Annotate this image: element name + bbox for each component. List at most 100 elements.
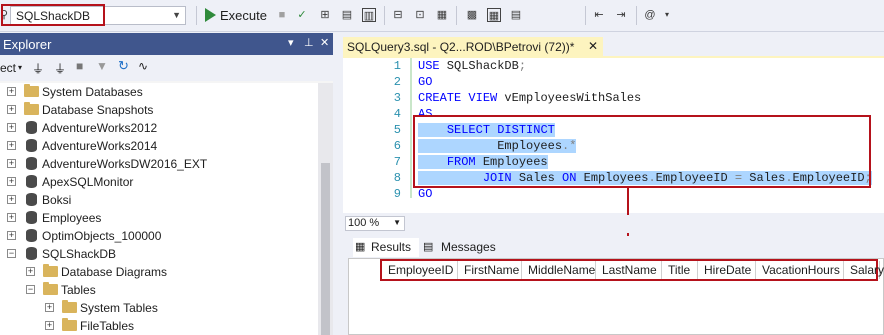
outdent-icon[interactable]: ⇤ <box>592 8 606 22</box>
column-header[interactable]: EmployeeID <box>382 261 458 279</box>
parse-icon[interactable]: ✓ <box>295 8 309 22</box>
code-line[interactable]: 2 GO <box>343 74 884 90</box>
zoom-dropdown[interactable]: 100 % ▼ <box>345 216 405 231</box>
close-icon[interactable]: ✕ <box>588 39 598 53</box>
tree-node[interactable]: + OptimObjects_100000 <box>0 227 318 245</box>
tree-node[interactable]: + AdventureWorks2014 <box>0 137 318 155</box>
column-header[interactable]: FirstName <box>458 261 522 279</box>
code-line[interactable]: 1 USE SQLShackDB; <box>343 58 884 74</box>
column-header[interactable]: VacationHours <box>756 261 844 279</box>
line-number: 2 <box>393 75 401 89</box>
tree-node-label: Boksi <box>42 193 72 207</box>
column-header[interactable]: Title <box>662 261 698 279</box>
expand-icon[interactable]: + <box>7 177 16 186</box>
chevron-down-icon: ▼ <box>393 218 401 227</box>
query-options-icon[interactable]: ⊡ <box>413 8 427 22</box>
expand-icon[interactable]: + <box>7 195 16 204</box>
tree-node[interactable]: + AdventureWorksDW2016_EXT <box>0 155 318 173</box>
toolbar-separator <box>384 6 385 25</box>
expand-icon[interactable]: + <box>7 141 16 150</box>
expand-icon[interactable]: + <box>7 213 16 222</box>
tree-node[interactable]: + FileTables <box>0 317 318 335</box>
column-header[interactable]: Salary <box>844 261 884 279</box>
tree-node-label: AdventureWorks2012 <box>42 121 158 135</box>
line-number: 4 <box>393 107 401 121</box>
specify-values-icon[interactable]: @ <box>643 8 657 22</box>
indent-icon[interactable]: ⇥ <box>614 8 628 22</box>
tree-node[interactable]: − SQLShackDB <box>0 245 318 263</box>
intellisense-icon[interactable]: ▦ <box>435 8 449 22</box>
disconnect-icon[interactable]: ⏚ <box>54 60 66 77</box>
query-document-tab[interactable]: SQLQuery3.sql - Q2...ROD\BPetrovi (72))*… <box>343 37 603 57</box>
main-toolbar: ⚲ SQLShackDB ▼ Execute ■ ✓ ⊞ ▤ ▥ ⊟ ⊡ ▦ ▩… <box>0 0 884 32</box>
stop-icon[interactable]: ■ <box>275 8 289 22</box>
column-header[interactable]: MiddleName <box>522 261 596 279</box>
chevron-down-icon: ▼ <box>172 10 181 20</box>
tree-node-label: Employees <box>42 211 102 225</box>
tree-node-label: ApexSQLMonitor <box>42 175 134 189</box>
grid-toggle-icon[interactable]: ▦ <box>487 8 501 22</box>
code-text: GO <box>418 75 433 89</box>
include-plan-icon[interactable]: ▩ <box>465 8 479 22</box>
connect-dropdown[interactable]: ect <box>0 61 16 75</box>
expand-icon[interactable]: + <box>7 231 16 240</box>
tree-node-label: System Tables <box>80 301 158 315</box>
results-to-text-icon[interactable]: ▤ <box>340 8 354 22</box>
expand-icon[interactable]: + <box>26 267 35 276</box>
collapse-icon[interactable]: − <box>7 249 16 258</box>
expand-icon[interactable]: + <box>45 303 54 312</box>
zoom-bar: 100 % ▼ <box>343 215 884 233</box>
database-icon <box>26 139 37 152</box>
expand-icon[interactable]: + <box>7 105 16 114</box>
expand-icon[interactable]: + <box>7 87 16 96</box>
expand-icon[interactable]: + <box>7 159 16 168</box>
toolbar-separator <box>585 6 586 25</box>
debug-icon[interactable]: ⊞ <box>318 8 332 22</box>
tab-results[interactable]: ▦ Results <box>353 238 419 257</box>
tree-node[interactable]: + Employees <box>0 209 318 227</box>
tree-node[interactable]: + System Tables <box>0 299 318 317</box>
filter-icon[interactable]: ▼ <box>96 59 108 73</box>
text-toggle-icon[interactable]: ▤ <box>509 8 523 22</box>
line-number: 1 <box>393 59 401 73</box>
code-line[interactable]: 9 GO <box>343 186 884 202</box>
estimated-plan-icon[interactable]: ⊟ <box>391 8 405 22</box>
activity-icon[interactable]: ∿ <box>138 59 148 73</box>
tree-node[interactable]: + AdventureWorks2012 <box>0 119 318 137</box>
plug-icon[interactable]: ⏚ <box>32 60 44 77</box>
folder-icon <box>62 318 77 331</box>
results-to-grid-icon[interactable]: ▥ <box>362 8 376 22</box>
stop-icon[interactable]: ■ <box>76 59 83 73</box>
line-number: 6 <box>393 139 401 153</box>
refresh-icon[interactable]: ↻ <box>118 58 129 74</box>
line-number: 5 <box>393 123 401 137</box>
chevron-down-icon[interactable]: ▾ <box>18 63 22 72</box>
execute-button[interactable]: Execute <box>220 8 267 23</box>
tree-node[interactable]: + Database Snapshots <box>0 101 318 119</box>
execute-icon[interactable] <box>205 8 216 22</box>
dropdown-icon[interactable]: ▾ <box>288 36 294 49</box>
tree-node-label: OptimObjects_100000 <box>42 229 162 243</box>
collapse-icon[interactable]: − <box>26 285 35 294</box>
tab-messages[interactable]: ▤ Messages <box>423 238 513 257</box>
tree-scrollbar-thumb[interactable] <box>321 163 330 335</box>
tree-node[interactable]: + Boksi <box>0 191 318 209</box>
overflow-icon[interactable]: ▾ <box>660 8 674 22</box>
expand-icon[interactable]: + <box>7 123 16 132</box>
close-icon[interactable]: ✕ <box>320 36 329 49</box>
database-icon <box>26 247 37 260</box>
line-number: 7 <box>393 155 401 169</box>
pin-icon[interactable]: ⊥ <box>304 36 314 49</box>
tree-node[interactable]: − Tables <box>0 281 318 299</box>
tree-node[interactable]: + Database Diagrams <box>0 263 318 281</box>
code-line[interactable]: 3 CREATE VIEW vEmployeesWithSales <box>343 90 884 106</box>
tree-node[interactable]: + System Databases <box>0 83 318 101</box>
database-icon <box>26 211 37 224</box>
column-header[interactable]: HireDate <box>698 261 756 279</box>
column-header[interactable]: LastName <box>596 261 662 279</box>
folder-icon <box>62 300 77 313</box>
expand-icon[interactable]: + <box>45 321 54 330</box>
tree-node-label: Database Diagrams <box>61 265 168 279</box>
tree-node[interactable]: + ApexSQLMonitor <box>0 173 318 191</box>
object-explorer-panel: Explorer ▾ ⊥ ✕ ect ▾ ⏚ ⏚ ■ ▼ ↻ ∿ + System… <box>0 33 333 335</box>
